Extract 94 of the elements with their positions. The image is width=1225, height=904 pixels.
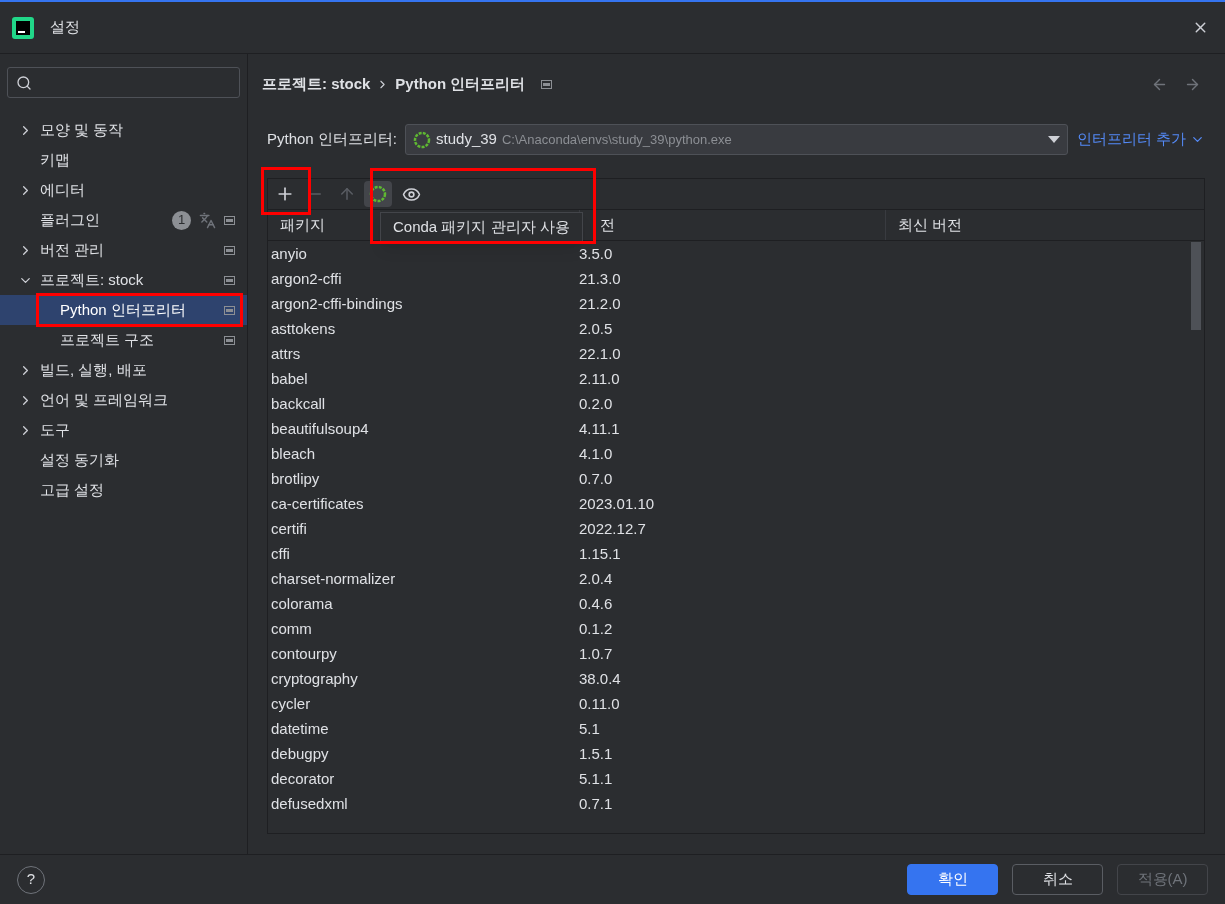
search-icon bbox=[16, 74, 32, 91]
dropdown-arrow-icon bbox=[1047, 136, 1060, 143]
breadcrumb-item[interactable]: 프로젝트: stock bbox=[262, 72, 371, 96]
table-cell-text: 1.5.1 bbox=[578, 744, 614, 765]
table-cell-text: 2.11.0 bbox=[578, 369, 621, 390]
sidebar-item[interactable]: 프로젝트: stock bbox=[0, 265, 247, 295]
window-title: 설정 bbox=[50, 17, 80, 38]
table-cell-text: brotlipy bbox=[270, 469, 321, 490]
sidebar-item[interactable]: 버전 관리 bbox=[0, 235, 247, 265]
sidebar-label: 도구 bbox=[40, 419, 70, 440]
table-cell-text: asttokens bbox=[270, 319, 337, 340]
table-cell-text: 0.1.2 bbox=[578, 619, 614, 640]
column-header[interactable]: 전 bbox=[579, 210, 885, 240]
sidebar-label: 프로젝트 구조 bbox=[60, 329, 155, 350]
table-cell-text: 4.1.0 bbox=[578, 444, 614, 465]
table-cell-text: colorama bbox=[270, 594, 334, 615]
scrollbar[interactable] bbox=[1191, 242, 1201, 330]
interpreter-label: Python 인터프리터: bbox=[267, 129, 398, 150]
sidebar-label: 버전 관리 bbox=[40, 239, 105, 260]
table-cell-text: 2023.01.10 bbox=[578, 494, 656, 515]
table-cell-text: certifi bbox=[270, 519, 308, 540]
table-cell-text: charset-normalizer bbox=[270, 569, 397, 590]
sidebar-label: Python 인터프리터 bbox=[60, 299, 186, 320]
table-cell-text: cryptography bbox=[270, 669, 359, 690]
sidebar-label: 키맵 bbox=[40, 149, 70, 170]
table-cell-text: 2.0.4 bbox=[578, 569, 614, 590]
spinner-icon bbox=[413, 130, 432, 149]
sidebar-item[interactable]: 도구 bbox=[0, 415, 247, 445]
add-interpreter-link[interactable]: 인터프리터 추가 bbox=[1076, 128, 1205, 151]
table-cell-text: 2.0.5 bbox=[578, 319, 614, 340]
table-cell-text: 0.7.1 bbox=[578, 794, 614, 815]
table-cell-text: 5.1 bbox=[578, 719, 601, 740]
table-cell-text: 0.2.0 bbox=[578, 394, 614, 415]
table-cell-text: debugpy bbox=[270, 744, 330, 765]
table-cell-text: argon2-cffi bbox=[270, 269, 343, 290]
interpreter-dropdown[interactable]: study_39 C:\Anaconda\envs\study_39\python.exe bbox=[405, 124, 1068, 155]
column-header[interactable]: 최신 버전 bbox=[885, 210, 1204, 240]
sidebar-item[interactable]: 플러그인 1 bbox=[0, 205, 247, 235]
interpreter-path: C:\Anaconda\envs\study_39\python.exe bbox=[501, 130, 732, 149]
table-cell-text: attrs bbox=[270, 344, 302, 365]
sidebar-label: 설정 동기화 bbox=[40, 449, 120, 470]
scope-icon bbox=[541, 79, 553, 89]
table-cell-text: 22.1.0 bbox=[578, 344, 622, 365]
sidebar-item[interactable]: 키맵 bbox=[0, 145, 247, 175]
interpreter-name: study_39 bbox=[436, 129, 497, 150]
table-cell-text: 1.0.7 bbox=[578, 644, 614, 665]
table-cell-text: comm bbox=[270, 619, 313, 640]
table-cell-text: contourpy bbox=[270, 644, 338, 665]
sidebar-item[interactable]: 모양 및 동작 bbox=[0, 115, 247, 145]
sidebar-item[interactable]: 고급 설정 bbox=[0, 475, 247, 505]
table-cell-text: 2022.12.7 bbox=[578, 519, 647, 540]
table-cell-text: bleach bbox=[270, 444, 317, 465]
table-cell-text: 3.5.0 bbox=[578, 244, 614, 265]
table-cell-text: decorator bbox=[270, 769, 336, 790]
table-cell-text: cycler bbox=[270, 694, 312, 715]
dialog-button[interactable]: 확인 bbox=[907, 864, 998, 895]
sidebar-label: 모양 및 동작 bbox=[40, 119, 124, 140]
app-logo bbox=[12, 16, 34, 39]
sidebar-label: 언어 및 프레임워크 bbox=[40, 389, 169, 410]
sidebar-label: 고급 설정 bbox=[40, 479, 105, 500]
table-cell-text: datetime bbox=[270, 719, 330, 740]
sidebar-item[interactable]: 프로젝트 구조 bbox=[0, 325, 247, 355]
table-cell-text: defusedxml bbox=[270, 794, 349, 815]
breadcrumb-item: Python 인터프리터 bbox=[395, 73, 526, 94]
table-cell-text: backcall bbox=[270, 394, 327, 415]
table-cell-text: 38.0.4 bbox=[578, 669, 622, 690]
count-badge: 1 bbox=[172, 210, 191, 230]
table-cell-text: ca-certificates bbox=[270, 494, 365, 515]
table-cell-text: babel bbox=[270, 369, 309, 390]
dialog-button[interactable]: 취소 bbox=[1012, 864, 1103, 895]
table-cell-text: 0.4.6 bbox=[578, 594, 614, 615]
table-cell-text: cffi bbox=[270, 544, 291, 565]
sidebar-item[interactable]: 언어 및 프레임워크 bbox=[0, 385, 247, 415]
sidebar-label: 프로젝트: stock bbox=[40, 269, 144, 290]
table-cell-text: 21.2.0 bbox=[578, 294, 622, 315]
table-cell-text: 0.11.0 bbox=[578, 694, 621, 715]
upgrade-icon[interactable] bbox=[338, 185, 356, 203]
sidebar-label: 에디터 bbox=[40, 179, 85, 200]
search-field[interactable] bbox=[7, 67, 240, 98]
table-cell-text: 4.11.1 bbox=[578, 419, 621, 440]
table-cell-text: 0.7.0 bbox=[578, 469, 614, 490]
table-cell-text: 5.1.1 bbox=[578, 769, 614, 790]
table-cell-text: beautifulsoup4 bbox=[270, 419, 370, 440]
table-cell-text: 1.15.1 bbox=[578, 544, 622, 565]
sidebar-label: 빌드, 실행, 배포 bbox=[40, 359, 147, 380]
tooltip: Conda 패키지 관리자 사용 bbox=[380, 212, 583, 242]
sidebar-item[interactable]: 빌드, 실행, 배포 bbox=[0, 355, 247, 385]
sidebar-item[interactable]: 설정 동기화 bbox=[0, 445, 247, 475]
sidebar-item[interactable]: Python 인터프리터 bbox=[0, 295, 247, 325]
table-cell-text: anyio bbox=[270, 244, 308, 265]
table-cell-text: 21.3.0 bbox=[578, 269, 622, 290]
sidebar-item[interactable]: 에디터 bbox=[0, 175, 247, 205]
sidebar-label: 플러그인 bbox=[40, 209, 100, 230]
table-cell-text: argon2-cffi-bindings bbox=[270, 294, 404, 315]
